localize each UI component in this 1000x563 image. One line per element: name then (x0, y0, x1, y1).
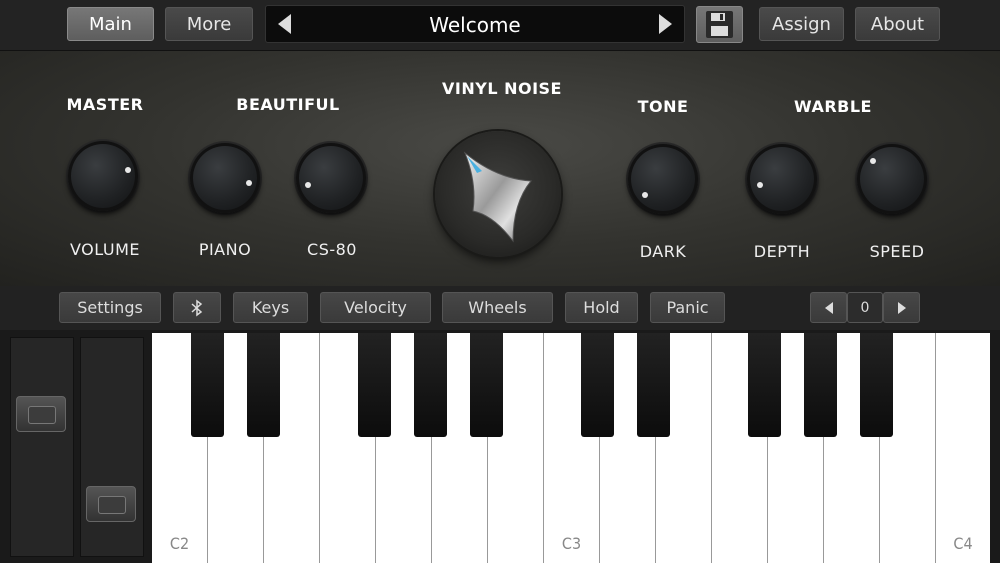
cs80-label: CS-80 (307, 240, 357, 259)
black-key[interactable] (358, 333, 391, 437)
black-key[interactable] (414, 333, 447, 437)
previous-preset-arrow-icon[interactable] (278, 14, 291, 34)
octave-down-button[interactable] (810, 292, 847, 323)
bluetooth-button[interactable] (173, 292, 221, 323)
controls-bar: Settings Keys Velocity Wheels Hold Panic… (0, 286, 1000, 330)
dark-label: DARK (639, 242, 687, 261)
main-tab-button[interactable]: Main (67, 7, 154, 41)
piano-keyboard: C2 C3 C4 (152, 333, 990, 563)
black-key[interactable] (748, 333, 781, 437)
octave-up-button[interactable] (883, 292, 920, 323)
save-button[interactable] (696, 6, 743, 43)
octave-value: 0 (847, 292, 883, 323)
master-section-title: MASTER (66, 95, 144, 114)
velocity-button[interactable]: Velocity (320, 292, 431, 323)
volume-knob[interactable] (68, 141, 138, 211)
key-label-c4: C4 (953, 534, 973, 553)
keys-button[interactable]: Keys (233, 292, 308, 323)
vinyl-noise-knob[interactable] (435, 131, 561, 257)
black-key[interactable] (470, 333, 503, 437)
floppy-disk-icon (706, 11, 733, 38)
right-arrow-icon (897, 301, 906, 314)
instrument-panel: MASTER VOLUME BEAUTIFUL PIANO CS-80 VINY… (0, 51, 1000, 286)
panic-button[interactable]: Panic (650, 292, 725, 323)
depth-label: DEPTH (753, 242, 811, 261)
next-preset-arrow-icon[interactable] (659, 14, 672, 34)
key-label-c2: C2 (169, 534, 190, 553)
warble-section-title: WARBLE (794, 97, 872, 116)
vinyl-noise-section-title: VINYL NOISE (442, 79, 562, 98)
pitch-wheel[interactable] (10, 337, 74, 557)
speed-label: SPEED (869, 242, 925, 261)
wheels-area (8, 333, 148, 558)
speed-knob[interactable] (857, 144, 927, 214)
more-tab-button[interactable]: More (165, 7, 253, 41)
top-bar: Main More Welcome Assign About (0, 0, 1000, 51)
cs80-knob[interactable] (296, 143, 366, 213)
preset-selector: Welcome (265, 5, 685, 43)
key-label-c3: C3 (561, 534, 582, 553)
wheels-button[interactable]: Wheels (442, 292, 553, 323)
pitch-wheel-handle[interactable] (16, 396, 66, 432)
mod-wheel-handle[interactable] (86, 486, 136, 522)
dark-knob[interactable] (628, 144, 698, 214)
white-key[interactable]: C4 (936, 333, 990, 563)
preset-name[interactable]: Welcome (306, 6, 644, 44)
mod-wheel[interactable] (80, 337, 144, 557)
black-key[interactable] (637, 333, 670, 437)
black-key[interactable] (191, 333, 224, 437)
volume-label: VOLUME (70, 240, 140, 259)
left-arrow-icon (824, 301, 833, 314)
black-key[interactable] (247, 333, 280, 437)
depth-knob[interactable] (747, 144, 817, 214)
beautiful-section-title: BEAUTIFUL (236, 95, 340, 114)
black-key[interactable] (804, 333, 837, 437)
assign-button[interactable]: Assign (759, 7, 844, 41)
about-button[interactable]: About (855, 7, 940, 41)
piano-knob[interactable] (190, 143, 260, 213)
black-key[interactable] (860, 333, 893, 437)
tone-section-title: TONE (637, 97, 689, 116)
piano-label: PIANO (198, 240, 252, 259)
bluetooth-icon (191, 299, 203, 316)
settings-button[interactable]: Settings (59, 292, 161, 323)
black-key[interactable] (581, 333, 614, 437)
hold-button[interactable]: Hold (565, 292, 638, 323)
vinyl-noise-knob-cap (463, 151, 533, 243)
